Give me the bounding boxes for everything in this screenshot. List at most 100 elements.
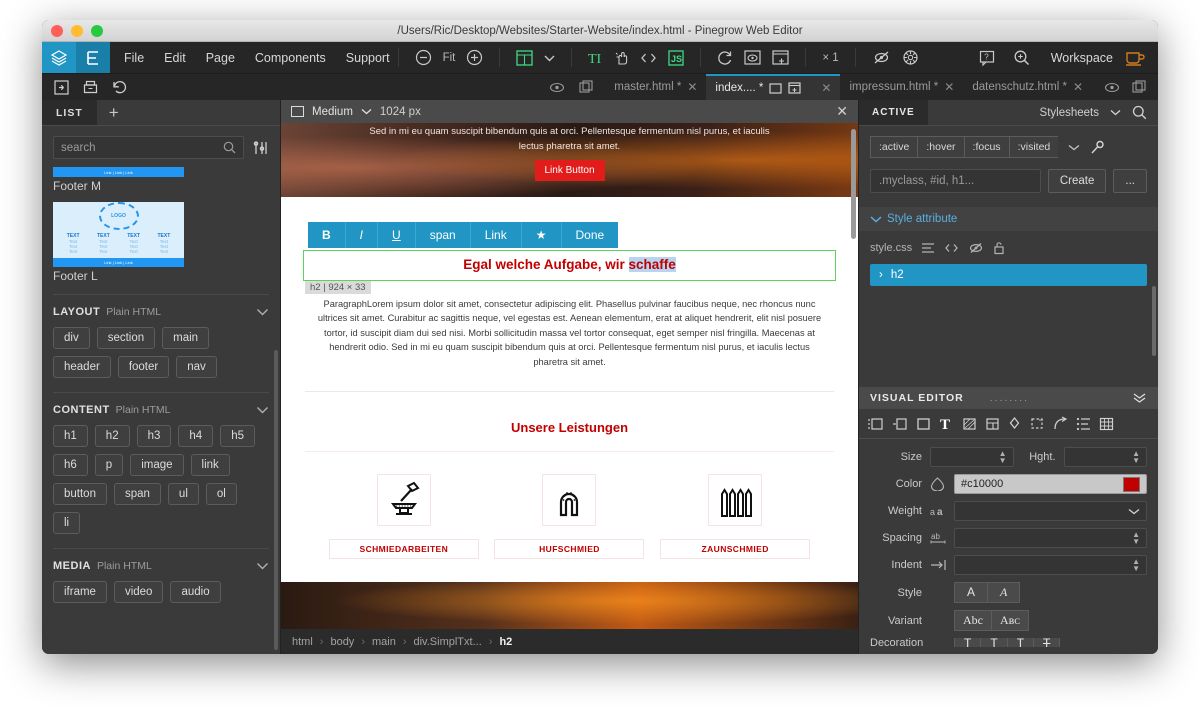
section-header[interactable]: LAYOUT Plain HTML	[53, 306, 269, 318]
multiplier-label[interactable]: × 1	[822, 52, 838, 64]
chip-h1[interactable]: h1	[53, 425, 88, 447]
italic-button[interactable]: I	[346, 222, 379, 248]
bug-icon[interactable]	[902, 49, 919, 66]
add-page-icon[interactable]	[788, 82, 801, 94]
service-zaunschmied[interactable]: ZAUNSCHMIED	[660, 474, 811, 560]
service-schmiedarbeiten[interactable]: SCHMIEDARBEITEN	[328, 474, 479, 560]
code-brackets-icon[interactable]	[640, 51, 657, 65]
chevron-down-icon[interactable]	[1128, 508, 1140, 515]
margin-icon[interactable]	[868, 416, 884, 431]
section-header[interactable]: CONTENT Plain HTML	[53, 404, 269, 416]
viewport-label[interactable]: Medium	[312, 106, 353, 118]
decoration-overline-button[interactable]: T	[1006, 638, 1034, 647]
chevron-right-icon[interactable]: ›	[879, 269, 883, 281]
save-icon[interactable]	[83, 80, 98, 94]
transition-icon[interactable]	[1053, 416, 1068, 431]
chevron-down-icon[interactable]	[870, 215, 882, 223]
page-box-icon[interactable]	[769, 82, 782, 94]
pseudo-visited[interactable]: :visited	[1008, 136, 1059, 158]
selector-input[interactable]: .myclass, #id, h1...	[870, 169, 1041, 193]
close-icon[interactable]: ✕	[687, 80, 697, 94]
lock-icon[interactable]	[993, 241, 1005, 255]
eye-slash-icon[interactable]	[968, 242, 984, 254]
spinner-icon[interactable]: ▲ ▼	[1132, 450, 1140, 465]
canvas-scrollbar[interactable]	[851, 129, 856, 239]
decoration-linethrough-button[interactable]: T	[1033, 638, 1061, 647]
box-icon[interactable]	[916, 417, 931, 431]
chevron-down-icon[interactable]	[256, 406, 269, 414]
variant-smallcaps-button[interactable]: Aʙᴄ	[991, 610, 1030, 631]
bold-button[interactable]: B	[308, 222, 346, 248]
chip-h3[interactable]: h3	[136, 425, 172, 447]
typography-icon[interactable]: T	[939, 416, 954, 431]
padding-icon[interactable]	[892, 416, 908, 431]
pseudo-hover[interactable]: :hover	[917, 136, 964, 158]
chip-header[interactable]: header	[53, 356, 111, 378]
star-icon-button[interactable]: ★	[522, 222, 562, 248]
tab-active[interactable]: ACTIVE	[859, 100, 928, 125]
chip-button[interactable]: button	[53, 483, 107, 505]
chip-h4[interactable]: h4	[178, 425, 214, 447]
text-cursor-icon[interactable]: TI	[588, 50, 603, 66]
zoom-fit-label[interactable]: Fit	[443, 52, 456, 64]
spinner-icon[interactable]: ▲ ▼	[1132, 531, 1140, 546]
style-attribute-label[interactable]: Style attribute	[887, 213, 957, 225]
link-button[interactable]: Link	[471, 222, 522, 248]
chip-ul[interactable]: ul	[167, 483, 199, 505]
close-icon[interactable]: ✕	[944, 80, 954, 94]
chip-span[interactable]: span	[113, 483, 161, 505]
breadcrumb-item-html[interactable]: html	[292, 636, 313, 648]
spinner-icon[interactable]: ▲ ▼	[999, 450, 1007, 465]
right-panel-scrollbar[interactable]	[1152, 286, 1156, 356]
tab-list[interactable]: LIST	[42, 100, 97, 125]
chip-image[interactable]: image	[130, 454, 184, 476]
style-italic-button[interactable]: A	[987, 582, 1021, 603]
search-input[interactable]: search	[53, 136, 244, 159]
size-input[interactable]: ▲ ▼	[930, 447, 1014, 467]
height-input[interactable]: ▲ ▼	[1063, 447, 1147, 467]
add-library-button[interactable]: +	[97, 100, 131, 125]
menu-item-file[interactable]: File	[124, 51, 144, 65]
pin-icon[interactable]	[1090, 140, 1105, 155]
transform-icon[interactable]	[1029, 416, 1045, 431]
more-options-button[interactable]: ...	[1113, 169, 1147, 193]
close-viewport-icon[interactable]: ✕	[836, 103, 848, 120]
duplicate-icon[interactable]	[579, 80, 593, 94]
menu-item-support[interactable]: Support	[346, 51, 390, 65]
chevron-down-icon[interactable]	[1110, 109, 1121, 116]
stylesheets-label[interactable]: Stylesheets	[1040, 107, 1099, 119]
filter-tools-icon[interactable]	[252, 140, 269, 156]
section-header[interactable]: MEDIA Plain HTML	[53, 560, 269, 572]
page-paragraph[interactable]: ParagraphLorem ipsum dolor sit amet, con…	[311, 297, 828, 369]
layout-icon[interactable]	[985, 417, 1000, 431]
coffee-cup-icon[interactable]	[1125, 49, 1158, 66]
thumbnail-footer-l[interactable]: LOGO TEXT Text Text Text TEXT Text Text …	[53, 202, 269, 283]
drag-handle[interactable]: ........	[990, 392, 1029, 404]
breadcrumb-item-body[interactable]: body	[330, 636, 354, 648]
eye-icon[interactable]	[549, 82, 565, 93]
decoration-underline-button[interactable]: T	[980, 638, 1007, 647]
color-swatch[interactable]	[1123, 476, 1140, 492]
chip-link[interactable]: link	[190, 454, 230, 476]
open-in-window-icon[interactable]	[772, 50, 789, 65]
menu-item-edit[interactable]: Edit	[164, 51, 186, 65]
chevron-down-icon[interactable]	[361, 108, 372, 115]
hero-link-button[interactable]: Link Button	[534, 160, 605, 181]
workspace-label[interactable]: Workspace	[1039, 51, 1125, 65]
grid-select-icon[interactable]	[516, 49, 533, 66]
color-input[interactable]: #c10000	[954, 474, 1147, 494]
chip-p[interactable]: p	[94, 454, 124, 476]
spacing-input[interactable]: ▲ ▼	[954, 528, 1147, 548]
search-icon[interactable]	[1132, 105, 1147, 120]
minus-circle-icon[interactable]	[415, 49, 432, 66]
style-normal-button[interactable]: A	[954, 582, 988, 603]
pseudo-focus[interactable]: :focus	[963, 136, 1009, 158]
services-title[interactable]: Unsere Leistungen	[281, 420, 858, 435]
stylesheet-filename[interactable]: style.css	[870, 242, 912, 254]
decoration-none-button[interactable]: T	[954, 638, 981, 647]
chevron-down-icon[interactable]	[1068, 144, 1080, 151]
export-icon[interactable]	[54, 79, 69, 95]
tab-datenschutz-html[interactable]: datenschutz.html * ✕	[963, 74, 1092, 100]
chip-div[interactable]: div	[53, 327, 90, 349]
code-view-icon[interactable]	[944, 242, 959, 254]
